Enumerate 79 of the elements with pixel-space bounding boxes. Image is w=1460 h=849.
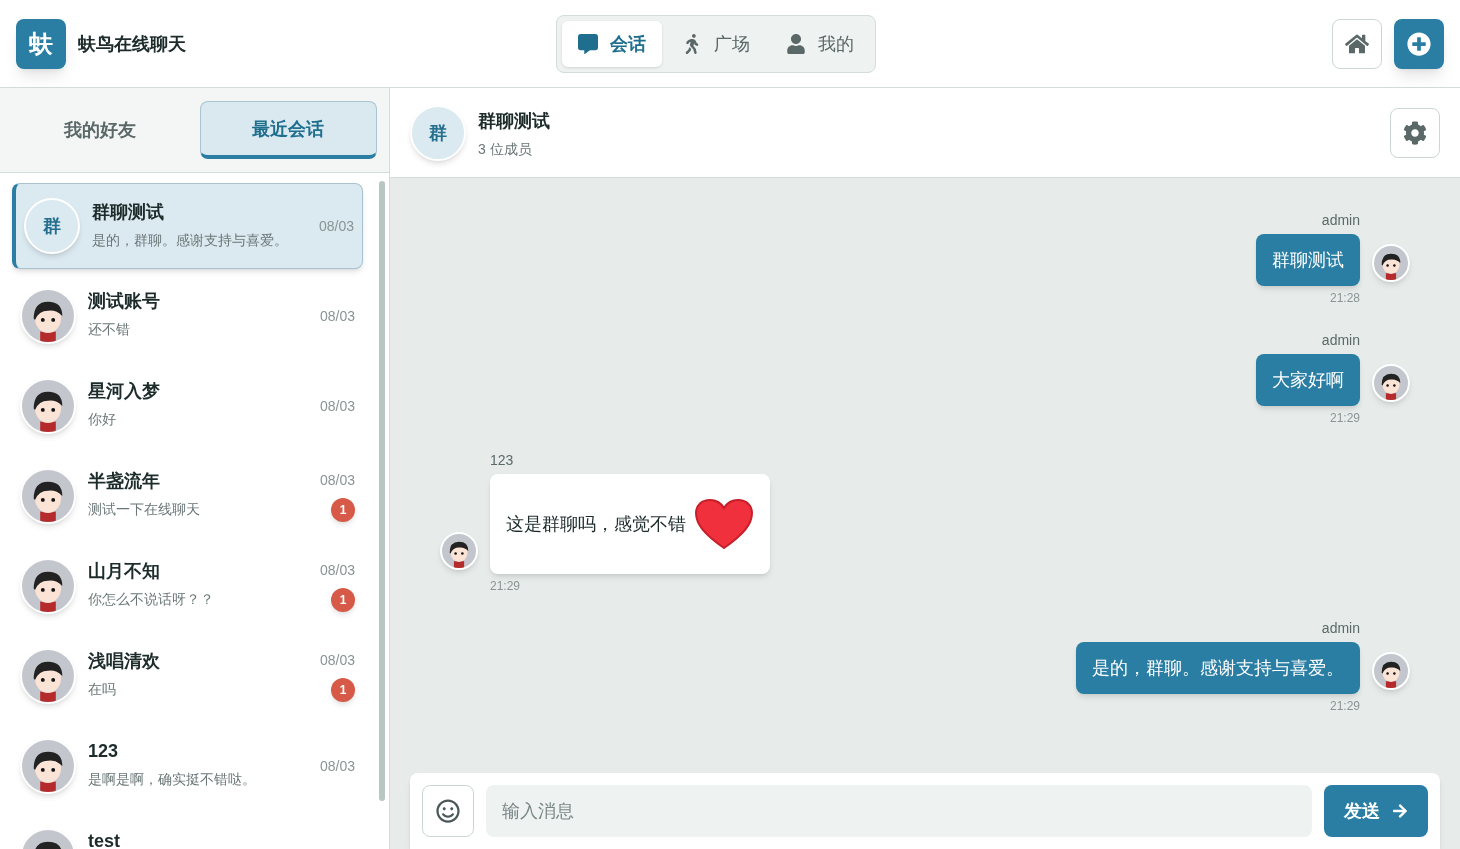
conversation-date: 08/03 xyxy=(319,757,355,776)
tab-icon xyxy=(786,33,806,54)
message-bubble: 大家好啊 xyxy=(1256,354,1360,406)
conversation-preview: 是的，群聊。感谢支持与喜爱。 xyxy=(92,231,289,250)
message-time: 21:28 xyxy=(1329,290,1360,306)
conversation-item[interactable]: 群 群聊测试 是的，群聊。感谢支持与喜爱。 08/03 xyxy=(12,183,363,269)
unread-count: 1 xyxy=(331,498,355,522)
sender-name: admin xyxy=(1321,211,1360,230)
sidebar-tab[interactable]: 我的好友 xyxy=(12,101,188,159)
message-bubble: 是的，群聊。感谢支持与喜爱。 xyxy=(1076,642,1360,694)
message-time: 21:29 xyxy=(490,578,521,594)
avatar xyxy=(20,738,76,794)
conversation-name: 123 xyxy=(88,740,120,763)
message-bubble: 群聊测试 xyxy=(1256,234,1360,286)
conversation-item[interactable]: 星河入梦 你好 08/03 xyxy=(12,363,363,449)
conversation-preview: 你好 xyxy=(88,410,117,429)
conversation-preview: 你怎么不说话呀？？ xyxy=(88,590,215,609)
conversation-date: 08/03 xyxy=(318,217,354,236)
settings-button[interactable] xyxy=(1390,107,1440,158)
unread-count: 1 xyxy=(331,588,355,612)
avatar xyxy=(1372,244,1410,282)
avatar xyxy=(20,558,76,614)
conversation-date: 08/03 xyxy=(319,651,355,670)
conversation-name: test xyxy=(88,830,121,849)
message-input[interactable]: 输入消息 xyxy=(486,785,1312,837)
group-avatar: 群 xyxy=(24,198,80,254)
conversation-date: 08/03 xyxy=(319,307,355,326)
conversation-name: 山月不知 xyxy=(88,560,161,583)
conversation-item[interactable]: test xyxy=(12,813,363,849)
emoji-button[interactable] xyxy=(422,785,474,837)
conversation-preview: 测试一下在线聊天 xyxy=(88,500,201,519)
conversation-item[interactable]: 浅唱清欢 在吗 08/03 1 xyxy=(12,633,363,719)
conversation-name: 浅唱清欢 xyxy=(88,650,161,673)
message-time: 21:29 xyxy=(1329,410,1360,426)
avatar xyxy=(20,288,76,344)
app-logo: 蚨 xyxy=(16,18,66,69)
conversation-date: 08/03 xyxy=(319,561,355,580)
sender-name: admin xyxy=(1321,619,1360,638)
conversation-item[interactable]: 测试账号 还不错 08/03 xyxy=(12,273,363,359)
conversation-name: 测试账号 xyxy=(88,290,161,313)
conversation-preview: 还不错 xyxy=(88,320,131,339)
nav-tab[interactable]: 会话 xyxy=(562,20,662,67)
tab-icon xyxy=(578,33,598,54)
conversation-preview: 是啊是啊，确实挺不错哒。 xyxy=(88,770,257,789)
conversation-name: 半盏流年 xyxy=(88,470,161,493)
conversation-name: 群聊测试 xyxy=(92,201,165,224)
avatar xyxy=(1372,364,1410,402)
nav-tab[interactable]: 我的 xyxy=(770,20,870,67)
send-button[interactable]: 发送 xyxy=(1324,785,1428,837)
scrollbar[interactable] xyxy=(379,181,385,801)
sender-name: 123 xyxy=(490,451,514,470)
settings-icon xyxy=(1403,120,1427,145)
conversation-preview: 在吗 xyxy=(88,680,117,699)
sender-name: admin xyxy=(1321,331,1360,350)
arrow-icon xyxy=(1392,803,1408,819)
nav-tab[interactable]: 广场 xyxy=(666,20,766,67)
chat-title: 群聊测试 xyxy=(478,109,550,133)
conversation-date: 08/03 xyxy=(319,471,355,490)
home-button[interactable] xyxy=(1332,18,1382,69)
member-count: 3 位成员 xyxy=(478,139,533,159)
conversation-item[interactable]: 123 是啊是啊，确实挺不错哒。 08/03 xyxy=(12,723,363,809)
avatar xyxy=(440,532,478,570)
add-button[interactable] xyxy=(1394,18,1444,69)
message-bubble: 这是群聊吗，感觉不错 xyxy=(490,474,770,574)
group-avatar: 群 xyxy=(410,104,466,161)
avatar xyxy=(1372,652,1410,690)
unread-count: 1 xyxy=(331,678,355,702)
message-time: 21:29 xyxy=(1329,698,1360,714)
smiley-icon xyxy=(436,799,460,823)
avatar xyxy=(20,378,76,434)
conversation-name: 星河入梦 xyxy=(88,380,161,403)
sidebar-tab[interactable]: 最近会话 xyxy=(199,101,377,159)
conversation-item[interactable]: 半盏流年 测试一下在线聊天 08/03 1 xyxy=(12,453,363,539)
avatar xyxy=(20,468,76,524)
avatar xyxy=(20,648,76,704)
app-title: 蚨鸟在线聊天 xyxy=(78,32,186,56)
conversation-item[interactable]: 山月不知 你怎么不说话呀？？ 08/03 1 xyxy=(12,543,363,629)
add-icon xyxy=(1407,31,1431,56)
conversation-date: 08/03 xyxy=(319,397,355,416)
